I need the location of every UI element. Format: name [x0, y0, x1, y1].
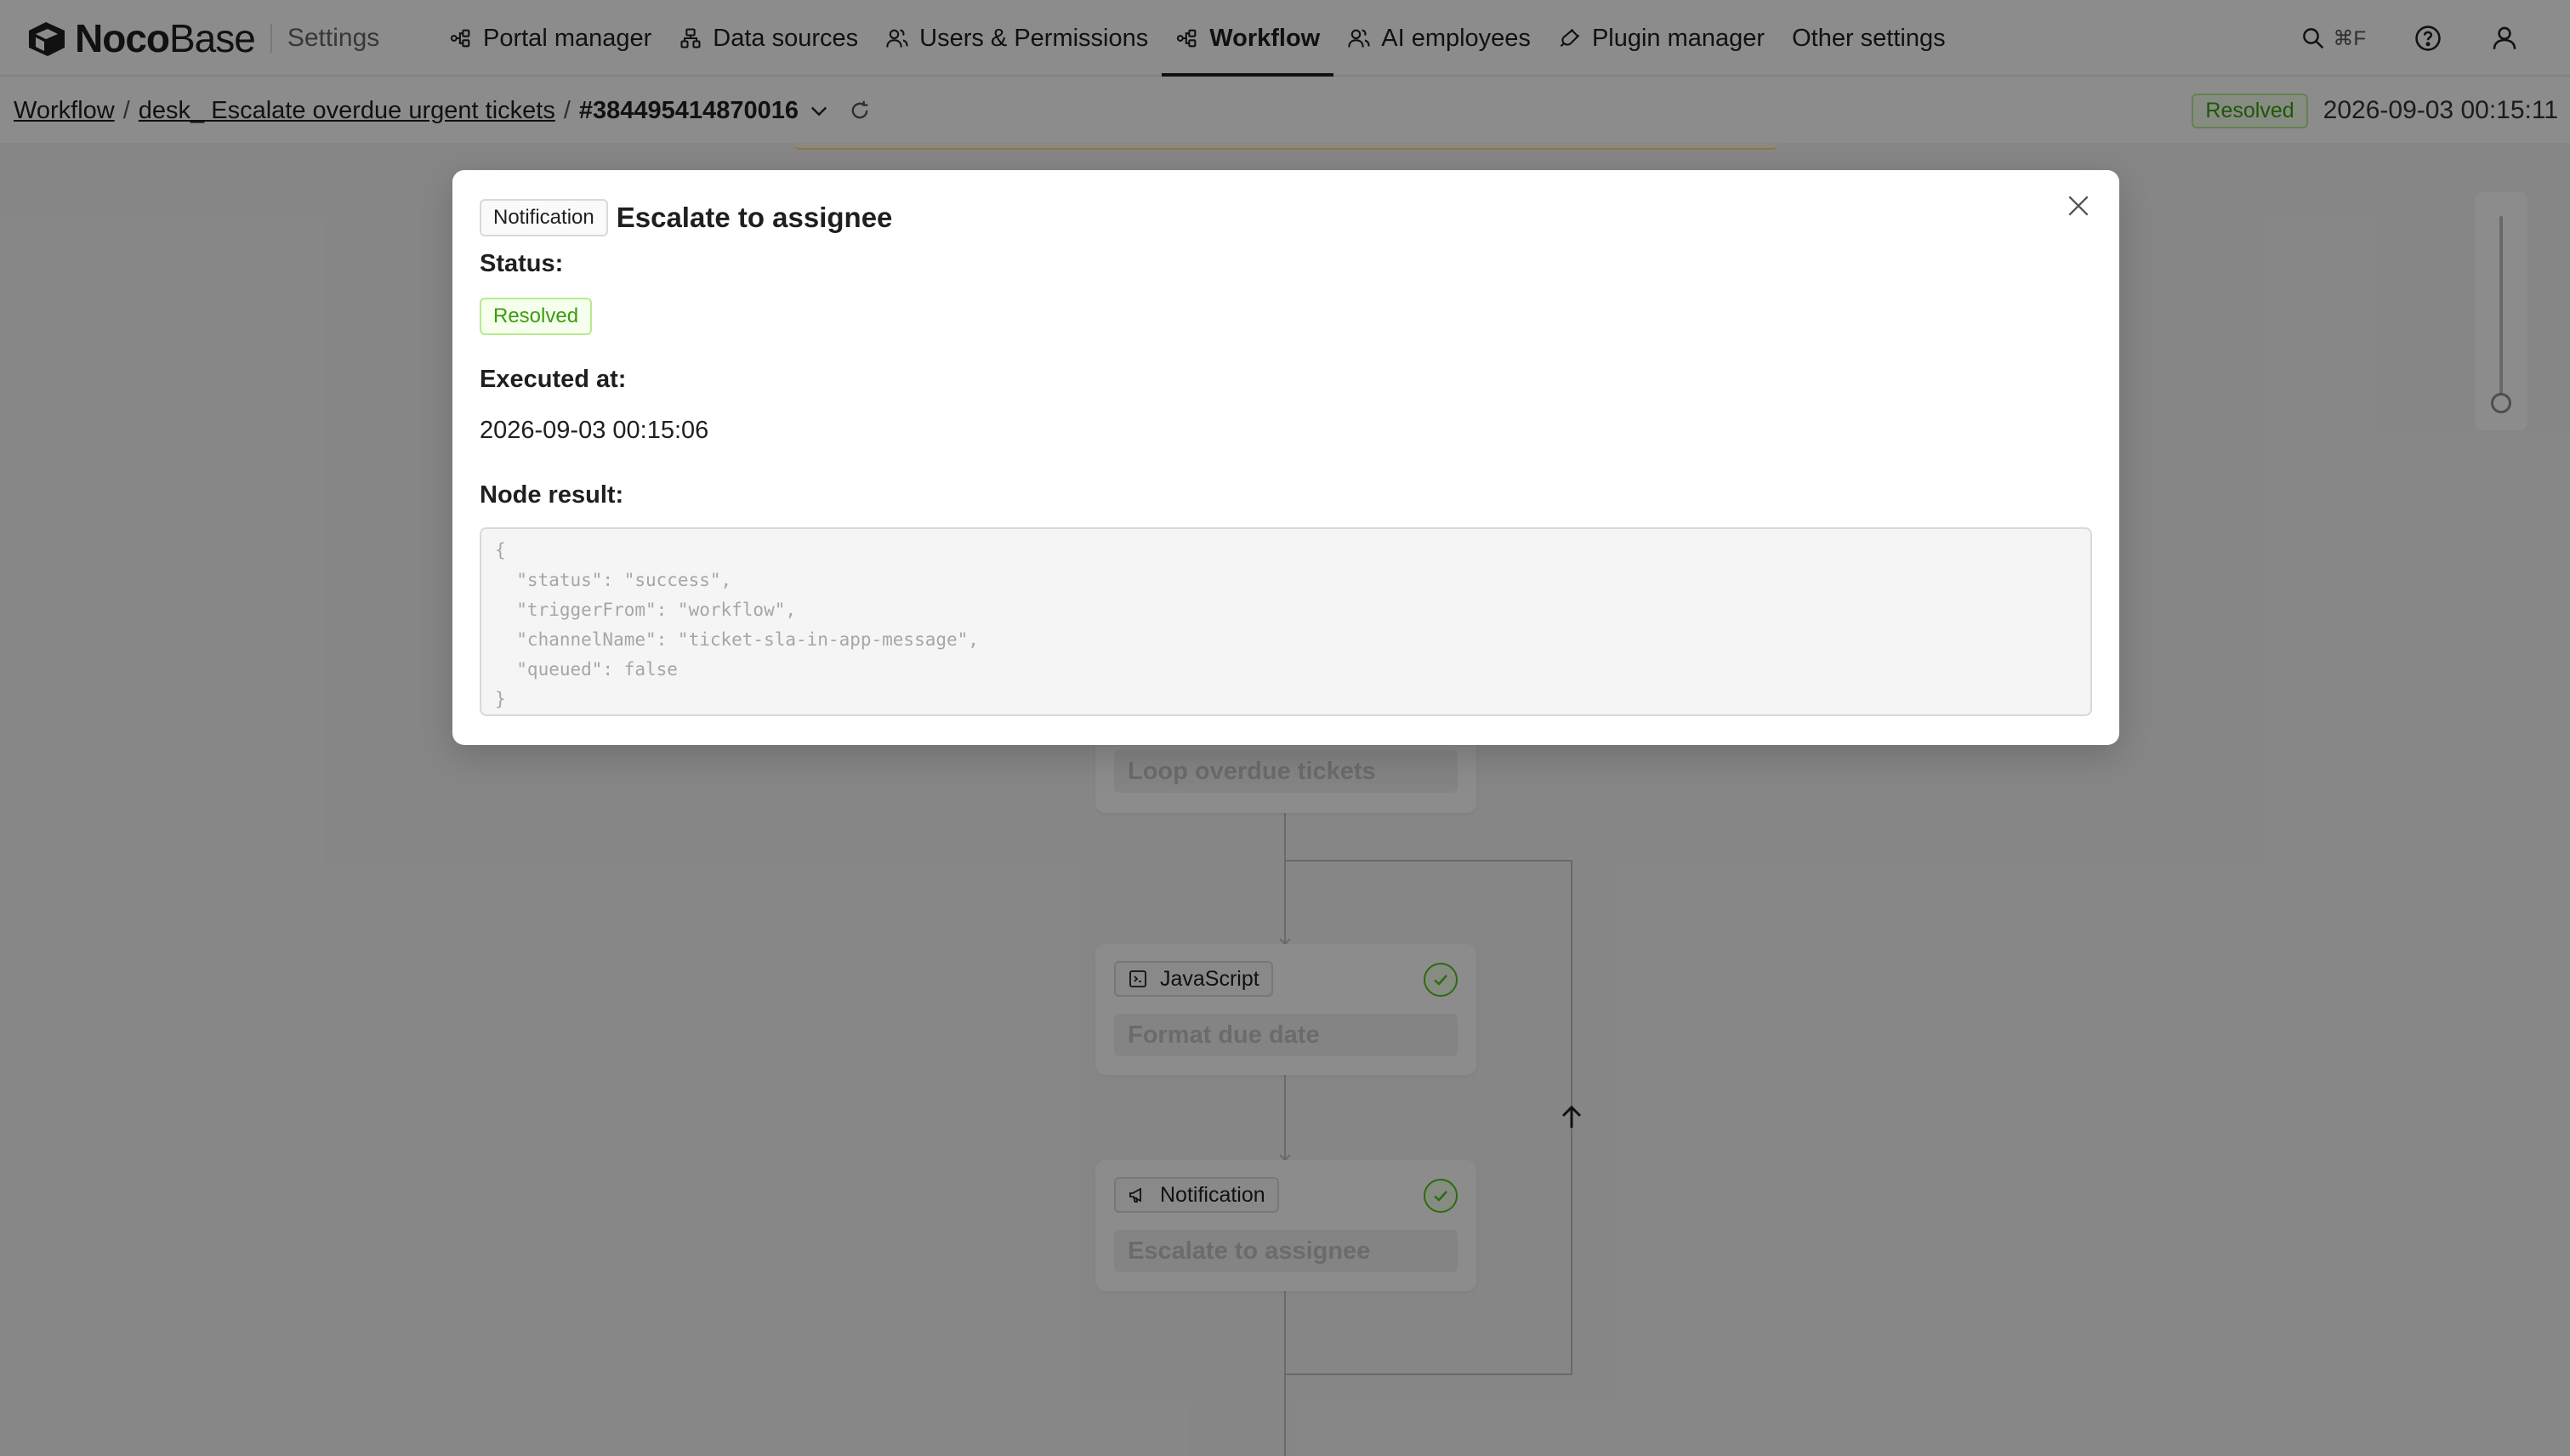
node-result-json: { "status": "success", "triggerFrom": "w…: [480, 527, 2092, 716]
close-button[interactable]: [2061, 189, 2095, 223]
node-type-tag: Notification: [480, 199, 608, 236]
modal-title: Escalate to assignee: [616, 202, 893, 233]
executed-at-value: 2026-09-03 00:15:06: [480, 417, 709, 444]
close-icon: [2068, 196, 2089, 216]
status-label: Status:: [480, 250, 564, 277]
modal-header: Notification Escalate to assignee: [480, 199, 892, 236]
node-result-label: Node result:: [480, 481, 624, 509]
executed-at-label: Executed at:: [480, 366, 627, 393]
status-badge: Resolved: [480, 298, 593, 335]
node-result-modal: Notification Escalate to assignee Status…: [452, 170, 2119, 745]
